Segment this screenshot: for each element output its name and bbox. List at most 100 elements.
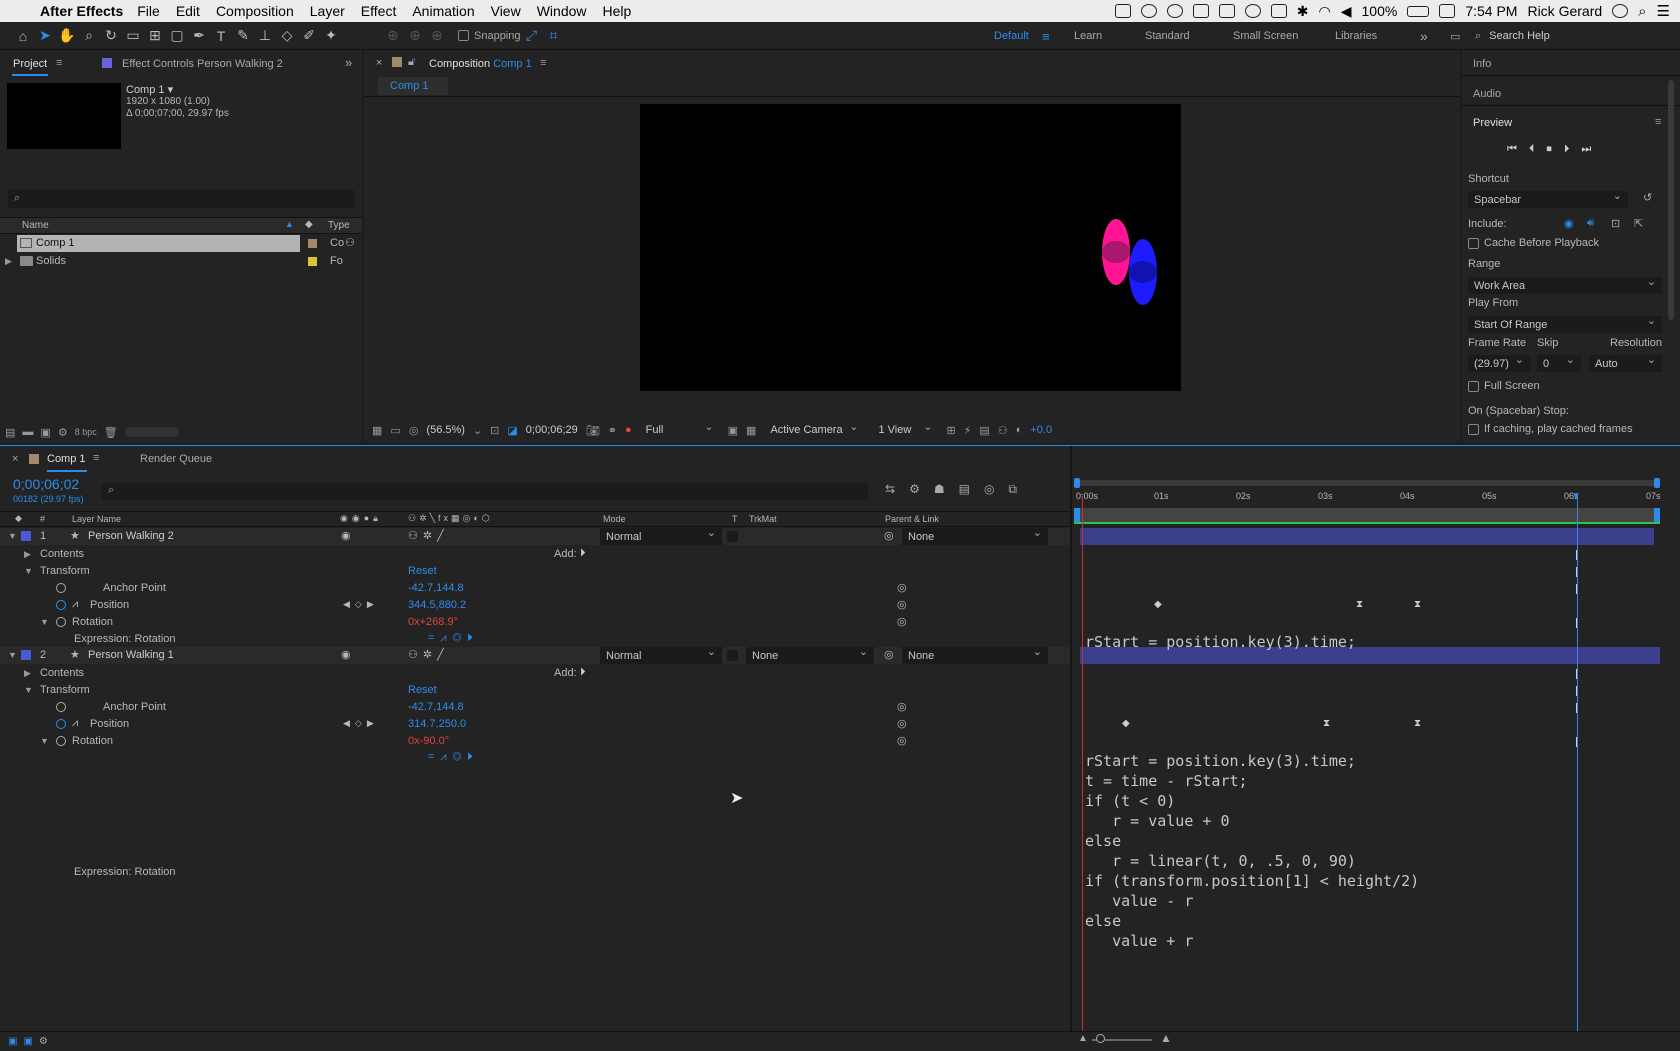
new-comp-icon[interactable]: ▣	[40, 426, 50, 439]
workspace-small-screen[interactable]: Small Screen	[1233, 22, 1298, 50]
expression-controls[interactable]: =⩘◎⏵	[428, 751, 479, 764]
battery-icon[interactable]	[1407, 5, 1430, 17]
comp-flowchart-icon[interactable]: ⇆	[885, 482, 895, 497]
anchor-point-row[interactable]: Anchor Point -42.7,144.8 ◎	[0, 580, 1070, 597]
layer-row[interactable]: ▼ 2 ★ Person Walking 1 ◉ ⚇✲╱ Normal None…	[0, 645, 1070, 664]
search-help-input[interactable]: Search Help	[1489, 30, 1550, 42]
range-dropdown[interactable]: Work Area	[1468, 275, 1662, 294]
anchor-value[interactable]: -42.7,144.8	[408, 701, 464, 713]
collapse-arrow-icon[interactable]: ▼	[24, 566, 33, 576]
calendar-icon[interactable]	[1439, 4, 1456, 18]
menu-edit[interactable]: Edit	[176, 3, 200, 19]
trash-icon[interactable]: 🗑	[104, 426, 118, 439]
eraser-tool-icon[interactable]: ◇	[276, 25, 298, 47]
skip-dropdown[interactable]: 0	[1537, 353, 1581, 372]
dropbox-icon[interactable]	[1192, 4, 1209, 18]
workspace-icon[interactable]: ▭	[1450, 22, 1460, 50]
graph-icon[interactable]: ⩘	[72, 717, 78, 730]
transparency-grid-icon[interactable]: ▦	[746, 424, 756, 437]
menu-animation[interactable]: Animation	[412, 3, 474, 19]
creative-cloud-icon[interactable]	[1166, 4, 1183, 18]
keyframe[interactable]: ◆	[1122, 718, 1130, 729]
resolution-dropdown[interactable]: Full	[640, 420, 720, 439]
workspace-libraries[interactable]: Libraries	[1335, 22, 1377, 50]
anchor-value[interactable]: -42.7,144.8	[408, 582, 464, 594]
full-screen-checkbox[interactable]	[1468, 380, 1479, 392]
av-switch-icons[interactable]: ◉◉●🔒︎	[340, 513, 382, 524]
layer-row[interactable]: ▼ 1 ★ Person Walking 2 ◉ ⚇✲╱ Normal ◎ No…	[0, 526, 1070, 545]
pickwhip-icon[interactable]: ◎	[897, 598, 907, 611]
frame-blend-icon[interactable]: ▤	[959, 482, 970, 497]
brush-tool-icon[interactable]: ✎	[232, 25, 254, 47]
menu-layer[interactable]: Layer	[310, 3, 345, 19]
workspace-menu-icon[interactable]: ≡	[1042, 22, 1050, 50]
motion-blur-icon[interactable]: ◎	[984, 482, 994, 497]
notification-center-icon[interactable]: ☰	[1657, 2, 1670, 20]
next-frame-icon[interactable]: ⏵	[1564, 143, 1570, 156]
camera-dropdown[interactable]: Active Camera	[764, 420, 864, 439]
rotation-row[interactable]: ▼ Rotation 0x+268.9° ◎	[0, 614, 1070, 631]
fast-preview-icon[interactable]: ⚡︎	[964, 424, 972, 437]
col-number[interactable]: #	[40, 514, 45, 524]
close-tab-icon[interactable]: ×	[12, 453, 18, 465]
layer-bar[interactable]	[1080, 528, 1654, 545]
add-icon[interactable]: ⏵	[580, 547, 586, 560]
toggle-pixel-icon[interactable]: ⊞	[946, 424, 955, 437]
layer-switches[interactable]: ⚇✲╱	[408, 529, 449, 542]
home-icon[interactable]: ⌂	[12, 25, 34, 47]
project-search-input[interactable]: ⌕	[8, 190, 354, 208]
zoom-level[interactable]: (56.5%)	[426, 424, 465, 436]
keyframe-nav[interactable]: ◀◇▶	[343, 599, 379, 610]
panel-menu-icon[interactable]: ≡	[93, 452, 99, 464]
right-panel-scrollbar[interactable]	[1668, 80, 1674, 320]
expand-arrow-icon[interactable]: ▶	[24, 668, 31, 679]
keyframe-nav[interactable]: ◀◇▶	[343, 718, 379, 729]
panel-overflow-icon[interactable]: »	[345, 55, 352, 70]
cast-icon[interactable]	[1218, 4, 1235, 18]
layer-label-color[interactable]	[21, 531, 31, 541]
preserve-transparency-checkbox[interactable]	[727, 650, 738, 661]
puppet-pin-tool-icon[interactable]: ✦	[320, 25, 342, 47]
transform-row[interactable]: ▼ Transform Reset	[0, 682, 1070, 699]
shy-icon[interactable]: ☗	[934, 482, 945, 497]
parent-dropdown[interactable]: None	[902, 526, 1048, 545]
layer-name[interactable]: Person Walking 1	[88, 649, 174, 661]
menu-view[interactable]: View	[491, 3, 521, 19]
time-machine-icon[interactable]	[1244, 4, 1261, 18]
graph-icon[interactable]: ⩘	[72, 598, 78, 611]
keyframe[interactable]: ⧗	[1414, 718, 1421, 729]
reset-link[interactable]: Reset	[408, 684, 437, 696]
label-tag-icon[interactable]: ◆	[305, 219, 313, 230]
first-frame-icon[interactable]: ⏮	[1507, 143, 1517, 156]
navigator-end-handle[interactable]	[1654, 478, 1660, 488]
collapse-arrow-icon[interactable]: ▼	[40, 617, 49, 627]
playhead-handle-icon[interactable]: ▼	[1571, 491, 1581, 502]
pen-tool-icon[interactable]: ✒	[188, 25, 210, 47]
rotation-value[interactable]: 0x+268.9°	[408, 616, 458, 628]
layer-switches-toggle-icon[interactable]: ▣	[8, 1036, 17, 1047]
clock[interactable]: 7:54 PM	[1465, 3, 1517, 19]
label-color[interactable]	[308, 257, 317, 266]
spotlight-icon[interactable]: ⌕	[1638, 3, 1646, 20]
position-row[interactable]: ⩘ Position ◀◇▶ 314.7,250.0 ◎	[0, 716, 1070, 733]
rotation-value[interactable]: 0x-90.0°	[408, 735, 449, 747]
snapping-toggle[interactable]: Snapping	[458, 30, 521, 42]
roto-brush-tool-icon[interactable]: ✐	[298, 25, 320, 47]
include-audio-icon[interactable]: 🔊︎	[1587, 217, 1594, 230]
add-menu[interactable]: Add:	[554, 548, 577, 560]
col-t[interactable]: T	[732, 514, 738, 524]
expression-preview[interactable]: rStart = position.key(3).time;	[1085, 632, 1356, 652]
flowchart-icon[interactable]: ⚇	[345, 236, 355, 249]
preview-tab[interactable]: Preview	[1473, 117, 1512, 129]
keyframe[interactable]: ◆	[1154, 599, 1162, 610]
view-layout-dropdown[interactable]: 1 View	[872, 420, 938, 439]
always-preview-icon[interactable]: ▦	[372, 424, 382, 437]
list-item[interactable]: ▶ Solids Fo	[0, 253, 362, 270]
expression-editor[interactable]: rStart = position.key(3).time; t = time …	[1085, 751, 1419, 951]
snapping-checkbox[interactable]	[458, 30, 469, 41]
parent-dropdown[interactable]: None	[902, 645, 1048, 664]
expression-row[interactable]: Expression: Rotation =⩘◎⏵	[0, 631, 1070, 648]
panel-menu-icon[interactable]: ≡	[1655, 116, 1661, 128]
stop-icon[interactable]: ⏹	[1546, 143, 1552, 156]
selection-tool-icon[interactable]: ➤	[34, 25, 56, 47]
